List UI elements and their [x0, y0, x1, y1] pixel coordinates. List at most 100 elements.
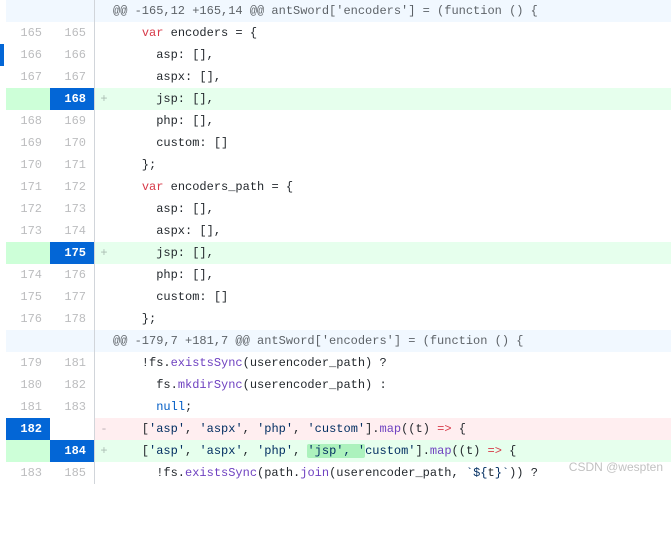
diff-marker [95, 66, 113, 88]
diff-line[interactable]: 172173 asp: [], [0, 198, 671, 220]
diff-marker [95, 176, 113, 198]
diff-line[interactable]: 171172 var encoders_path = { [0, 176, 671, 198]
code-content: php: [], [113, 264, 671, 286]
diff-marker [95, 308, 113, 330]
old-line-number[interactable] [6, 440, 50, 462]
hunk-header: @@ -179,7 +181,7 @@ antSword['encoders']… [0, 330, 671, 352]
diff-line[interactable]: 170171 }; [0, 154, 671, 176]
new-line-number[interactable]: 178 [50, 308, 94, 330]
new-line-number[interactable]: 176 [50, 264, 94, 286]
old-line-number[interactable]: 169 [6, 132, 50, 154]
diff-marker [95, 198, 113, 220]
new-line-number[interactable]: 173 [50, 198, 94, 220]
diff-marker [95, 22, 113, 44]
old-line-number[interactable]: 175 [6, 286, 50, 308]
diff-marker [95, 286, 113, 308]
new-line-number[interactable]: 185 [50, 462, 94, 484]
old-line-number[interactable]: 165 [6, 22, 50, 44]
code-content: custom: [] [113, 286, 671, 308]
old-line-number[interactable] [6, 242, 50, 264]
diff-line[interactable]: 168+ jsp: [], [0, 88, 671, 110]
old-line-number[interactable]: 170 [6, 154, 50, 176]
old-line-number[interactable]: 168 [6, 110, 50, 132]
diff-line[interactable]: 175+ jsp: [], [0, 242, 671, 264]
code-content: aspx: [], [113, 220, 671, 242]
new-line-number[interactable]: 175 [50, 242, 94, 264]
new-line-number[interactable]: 171 [50, 154, 94, 176]
old-line-number[interactable]: 176 [6, 308, 50, 330]
diff-line[interactable]: 173174 aspx: [], [0, 220, 671, 242]
diff-marker: + [95, 440, 113, 462]
code-content: ['asp', 'aspx', 'php', 'jsp', 'custom'].… [113, 440, 671, 462]
new-line-number[interactable]: 165 [50, 22, 94, 44]
new-line-number[interactable]: 184 [50, 440, 94, 462]
diff-line[interactable]: 165165 var encoders = { [0, 22, 671, 44]
old-line-number[interactable]: 180 [6, 374, 50, 396]
code-content: asp: [], [113, 44, 671, 66]
hunk-header: @@ -165,12 +165,14 @@ antSword['encoders… [0, 0, 671, 22]
diff-marker [95, 462, 113, 484]
new-line-number[interactable]: 174 [50, 220, 94, 242]
code-content: null; [113, 396, 671, 418]
diff-marker [95, 110, 113, 132]
diff-table: @@ -165,12 +165,14 @@ antSword['encoders… [0, 0, 671, 484]
old-line-number[interactable]: 181 [6, 396, 50, 418]
diff-line[interactable]: 166166 asp: [], [0, 44, 671, 66]
old-line-number[interactable]: 173 [6, 220, 50, 242]
diff-marker [95, 132, 113, 154]
diff-marker [95, 264, 113, 286]
new-line-number[interactable] [50, 418, 94, 440]
new-line-number[interactable]: 166 [50, 44, 94, 66]
diff-marker [95, 220, 113, 242]
diff-line[interactable]: 182 - ['asp', 'aspx', 'php', 'custom'].ma… [0, 418, 671, 440]
code-content: php: [], [113, 110, 671, 132]
code-content: ['asp', 'aspx', 'php', 'custom'].map((t)… [113, 418, 671, 440]
diff-line[interactable]: 174176 php: [], [0, 264, 671, 286]
diff-line[interactable]: 169170 custom: [] [0, 132, 671, 154]
code-content: }; [113, 308, 671, 330]
new-line-number[interactable]: 177 [50, 286, 94, 308]
new-line-number[interactable]: 183 [50, 396, 94, 418]
diff-line[interactable]: 168169 php: [], [0, 110, 671, 132]
code-content: var encoders_path = { [113, 176, 671, 198]
diff-line[interactable]: 181183 null; [0, 396, 671, 418]
new-line-number[interactable]: 170 [50, 132, 94, 154]
code-content: }; [113, 154, 671, 176]
diff-line[interactable]: 183185 !fs.existsSync(path.join(userenco… [0, 462, 671, 484]
diff-line[interactable]: 175177 custom: [] [0, 286, 671, 308]
old-line-number[interactable]: 179 [6, 352, 50, 374]
old-line-number[interactable]: 174 [6, 264, 50, 286]
code-content: aspx: [], [113, 66, 671, 88]
code-content: var encoders = { [113, 22, 671, 44]
code-content: !fs.existsSync(userencoder_path) ? [113, 352, 671, 374]
old-line-number[interactable]: 167 [6, 66, 50, 88]
old-line-number[interactable]: 182 [6, 418, 50, 440]
old-line-number[interactable]: 166 [6, 44, 50, 66]
code-content: fs.mkdirSync(userencoder_path) : [113, 374, 671, 396]
diff-line[interactable]: 180182 fs.mkdirSync(userencoder_path) : [0, 374, 671, 396]
code-content: asp: [], [113, 198, 671, 220]
old-line-number[interactable]: 183 [6, 462, 50, 484]
code-content: jsp: [], [113, 242, 671, 264]
new-line-number[interactable]: 172 [50, 176, 94, 198]
code-content: !fs.existsSync(path.join(userencoder_pat… [113, 462, 671, 484]
diff-line[interactable]: 179181 !fs.existsSync(userencoder_path) … [0, 352, 671, 374]
diff-marker: + [95, 88, 113, 110]
diff-line[interactable]: 184+ ['asp', 'aspx', 'php', 'jsp', 'cust… [0, 440, 671, 462]
new-line-number[interactable]: 181 [50, 352, 94, 374]
new-line-number[interactable]: 168 [50, 88, 94, 110]
diff-marker: - [95, 418, 113, 440]
diff-line[interactable]: 176178 }; [0, 308, 671, 330]
diff-marker [95, 374, 113, 396]
new-line-number[interactable]: 167 [50, 66, 94, 88]
code-content: custom: [] [113, 132, 671, 154]
diff-line[interactable]: 167167 aspx: [], [0, 66, 671, 88]
old-line-number[interactable] [6, 88, 50, 110]
new-line-number[interactable]: 182 [50, 374, 94, 396]
old-line-number[interactable]: 171 [6, 176, 50, 198]
diff-marker [95, 352, 113, 374]
old-line-number[interactable]: 172 [6, 198, 50, 220]
diff-marker [95, 44, 113, 66]
code-content: jsp: [], [113, 88, 671, 110]
new-line-number[interactable]: 169 [50, 110, 94, 132]
